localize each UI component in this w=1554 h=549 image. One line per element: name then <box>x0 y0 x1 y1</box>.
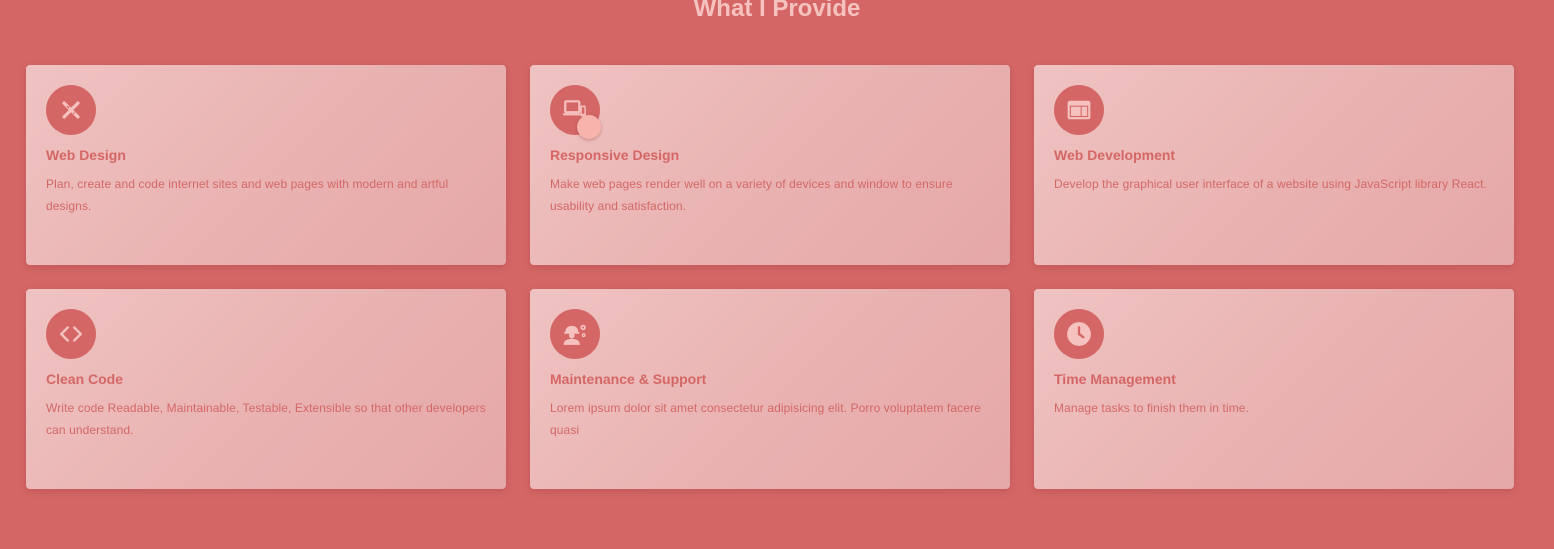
card-description: Manage tasks to finish them in time. <box>1054 401 1250 415</box>
card-title: Web Development <box>1054 147 1176 163</box>
design-tools-icon <box>46 85 96 135</box>
services-grid: Web Design Plan, create and code interne… <box>26 65 1514 489</box>
service-card-web-design: Web Design Plan, create and code interne… <box>26 65 506 265</box>
card-title: Maintenance & Support <box>550 371 707 387</box>
card-description: Lorem ipsum dolor sit amet consectetur a… <box>550 401 981 437</box>
service-card-maintenance-support: Maintenance & Support Lorem ipsum dolor … <box>530 289 1010 489</box>
devices-icon <box>550 85 601 139</box>
card-title: Time Management <box>1054 371 1176 387</box>
section-title: What I Provide <box>693 0 861 22</box>
service-card-clean-code: Clean Code Write code Readable, Maintain… <box>26 289 506 489</box>
card-description: Develop the graphical user interface of … <box>1054 177 1487 191</box>
engineer-icon <box>550 309 600 359</box>
service-card-web-development: Web Development Develop the graphical us… <box>1034 65 1514 265</box>
code-icon <box>46 309 96 359</box>
card-description: Make web pages render well on a variety … <box>550 177 953 213</box>
service-card-responsive-design: Responsive Design Make web pages render … <box>530 65 1010 265</box>
card-title: Responsive Design <box>550 147 680 163</box>
clock-icon <box>1054 309 1104 359</box>
card-description: Write code Readable, Maintainable, Testa… <box>46 401 486 437</box>
card-title: Web Design <box>46 147 126 163</box>
web-window-icon <box>1054 85 1104 135</box>
service-card-time-management: Time Management Manage tasks to finish t… <box>1034 289 1514 489</box>
card-description: Plan, create and code internet sites and… <box>46 177 449 213</box>
mouse-cursor <box>577 115 601 139</box>
card-title: Clean Code <box>46 371 124 387</box>
